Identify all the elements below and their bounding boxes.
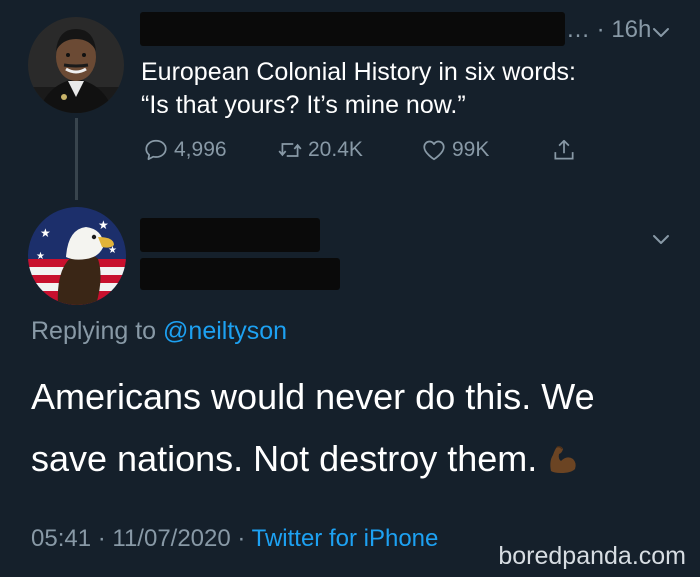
reply-count: 4,996 bbox=[174, 138, 227, 161]
thread-line bbox=[75, 118, 78, 200]
like-icon bbox=[423, 140, 445, 161]
reply-tweet-datetime[interactable]: 05:41 · 11/07/2020 · bbox=[31, 525, 252, 552]
reply-tweet-text: Americans would never do this. We save n… bbox=[31, 366, 671, 490]
share-icon bbox=[554, 139, 574, 160]
avatar-portrait-image bbox=[28, 17, 124, 113]
flexed-biceps-emoji-icon bbox=[545, 441, 581, 477]
eagle-flag-avatar-image: ★ ★ ★ ★ bbox=[28, 207, 126, 305]
reply-tweet-source-link[interactable]: Twitter for iPhone bbox=[252, 525, 439, 552]
redacted-reply-author-handle bbox=[140, 258, 340, 290]
author-avatar[interactable] bbox=[28, 17, 124, 113]
reply-icon bbox=[145, 139, 167, 161]
reply-tweet-text-line: Americans would never do this. We bbox=[31, 376, 595, 417]
reply-button[interactable]: 4,996 bbox=[143, 135, 227, 165]
tweet-text-line: European Colonial History in six words: bbox=[141, 58, 576, 86]
replying-to-label: Replying to bbox=[31, 317, 157, 345]
retweet-count: 20.4K bbox=[308, 138, 363, 161]
redacted-author-name bbox=[140, 12, 565, 46]
tweet-timestamp[interactable]: … · 16h bbox=[566, 16, 651, 44]
tweet-text: European Colonial History in six words: … bbox=[141, 56, 681, 122]
tweet-text-line: “Is that yours? It’s mine now.” bbox=[141, 91, 466, 119]
like-count: 99K bbox=[452, 138, 490, 161]
redacted-reply-author-name bbox=[140, 218, 320, 252]
reply-author-avatar[interactable]: ★ ★ ★ ★ bbox=[28, 207, 126, 305]
chevron-down-icon[interactable] bbox=[650, 21, 672, 43]
reply-tweet-text-line-2: save nations. Not destroy them. bbox=[31, 428, 671, 490]
like-button[interactable]: 99K bbox=[421, 135, 489, 165]
share-button[interactable] bbox=[551, 135, 577, 165]
tweet-thread: … · 16h European Colonial History in six… bbox=[0, 0, 700, 577]
reply-tweet-text-line: save nations. Not destroy them. bbox=[31, 438, 538, 479]
svg-text:★: ★ bbox=[40, 226, 51, 240]
replying-to: Replying to @neiltyson bbox=[31, 317, 287, 346]
svg-text:★: ★ bbox=[98, 218, 109, 232]
chevron-down-icon[interactable] bbox=[650, 228, 672, 250]
replying-to-mention-link[interactable]: @neiltyson bbox=[163, 317, 287, 345]
svg-text:★: ★ bbox=[36, 251, 45, 262]
retweet-button[interactable]: 20.4K bbox=[277, 135, 363, 165]
retweet-icon bbox=[278, 143, 302, 157]
watermark: boredpanda.com bbox=[498, 542, 686, 570]
reply-tweet-footer: 05:41 · 11/07/2020 · Twitter for iPhone bbox=[31, 525, 438, 553]
tweet-actions: 4,996 20.4K 99K bbox=[141, 135, 601, 165]
